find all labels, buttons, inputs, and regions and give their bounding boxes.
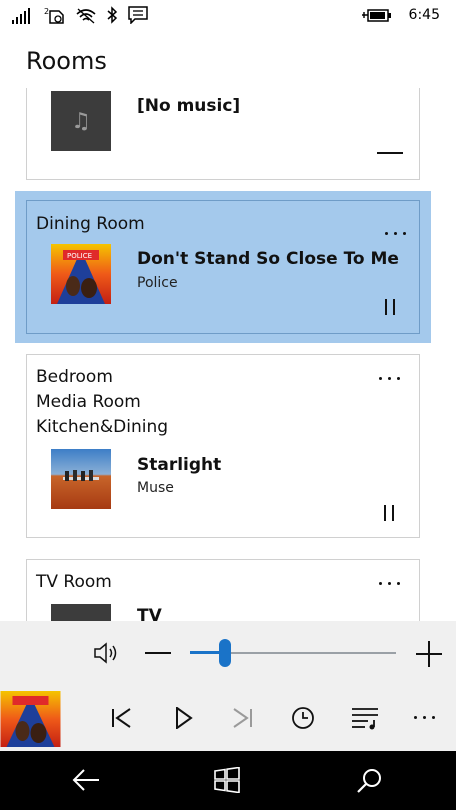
windows-start-icon[interactable] — [214, 767, 240, 793]
play-button[interactable] — [175, 707, 193, 729]
selection-frame: Dining Room POLICE Don't Stand So Close … — [26, 200, 420, 334]
battery-charging-icon — [362, 9, 391, 22]
room-card[interactable]: TV Room TV — [26, 559, 420, 630]
queue-playlist-icon[interactable] — [351, 706, 379, 730]
track-title: [No music] — [137, 96, 241, 116]
now-playing-art[interactable] — [0, 691, 61, 747]
room-card[interactable]: ♫ [No music] — [26, 88, 420, 180]
status-bar: 2 6:45 — [0, 0, 456, 32]
wifi-icon — [76, 8, 96, 24]
more-options-button[interactable] — [377, 373, 403, 383]
system-nav-bar — [0, 751, 456, 810]
artist-name: Police — [137, 275, 178, 291]
volume-slider-thumb[interactable] — [219, 639, 231, 667]
track-title: Starlight — [137, 455, 222, 475]
pause-button[interactable] — [385, 299, 399, 315]
svg-text:POLICE: POLICE — [67, 252, 92, 260]
volume-up-button[interactable] — [416, 641, 442, 667]
sim2-icon: 2 — [44, 7, 64, 24]
more-options-button[interactable] — [383, 228, 409, 238]
speaker-volume-icon[interactable] — [93, 641, 121, 665]
next-track-button[interactable] — [231, 708, 253, 728]
pause-button[interactable] — [384, 505, 398, 521]
transport-bar — [0, 685, 456, 751]
room-card[interactable]: Bedroom Media Room Kitchen&Dining Starli… — [26, 354, 420, 538]
artist-name: Muse — [137, 480, 174, 496]
music-note-icon: ♫ — [51, 91, 111, 151]
signal-icon — [12, 8, 30, 24]
message-icon — [128, 6, 148, 24]
volume-bar — [0, 621, 456, 685]
status-time: 6:45 — [408, 7, 440, 23]
room-name: TV Room — [36, 572, 112, 592]
room-name: Kitchen&Dining — [36, 417, 169, 437]
room-name: Bedroom — [36, 367, 113, 387]
room-name: Dining Room — [36, 214, 145, 234]
more-options-button[interactable] — [377, 578, 403, 588]
room-name: Media Room — [36, 392, 141, 412]
previous-track-button[interactable] — [111, 708, 133, 728]
search-icon[interactable] — [357, 767, 383, 793]
room-card-selected[interactable]: Dining Room POLICE Don't Stand So Close … — [15, 191, 431, 343]
sleep-timer-clock-icon[interactable] — [291, 706, 315, 730]
volume-down-button[interactable] — [145, 652, 171, 654]
track-title: Don't Stand So Close To Me — [137, 249, 399, 269]
album-art-zenyatta: POLICE — [51, 244, 111, 304]
bluetooth-icon — [107, 6, 118, 24]
album-art-black-holes — [51, 449, 111, 509]
more-options-button[interactable] — [412, 716, 438, 720]
back-arrow-icon[interactable] — [72, 769, 100, 791]
stop-button[interactable] — [377, 152, 403, 154]
page-title: Rooms — [26, 47, 107, 75]
svg-text:2: 2 — [44, 7, 49, 16]
